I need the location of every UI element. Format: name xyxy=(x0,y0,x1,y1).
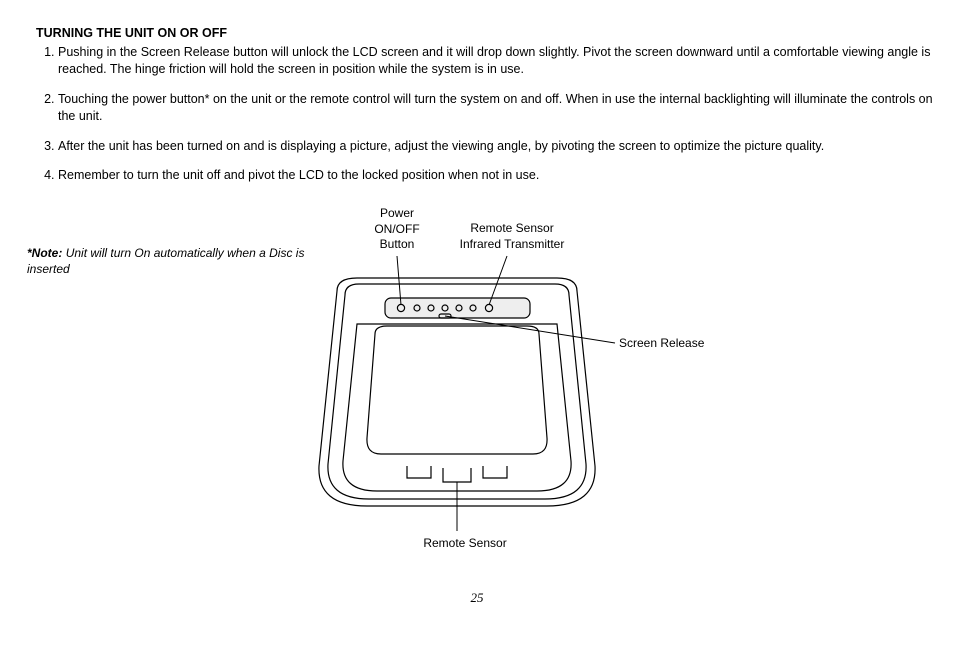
instruction-item: Touching the power button* on the unit o… xyxy=(58,91,936,125)
page-number: 25 xyxy=(18,590,936,606)
section-heading: TURNING THE UNIT ON OR OFF xyxy=(36,26,936,40)
figure-area: *Note: Unit will turn On automatically w… xyxy=(27,206,927,586)
instruction-item: Pushing in the Screen Release button wil… xyxy=(58,44,936,78)
instruction-item: Remember to turn the unit off and pivot … xyxy=(58,167,936,184)
device-diagram xyxy=(27,206,927,566)
instruction-list: Pushing in the Screen Release button wil… xyxy=(36,44,936,184)
instruction-item: After the unit has been turned on and is… xyxy=(58,138,936,155)
